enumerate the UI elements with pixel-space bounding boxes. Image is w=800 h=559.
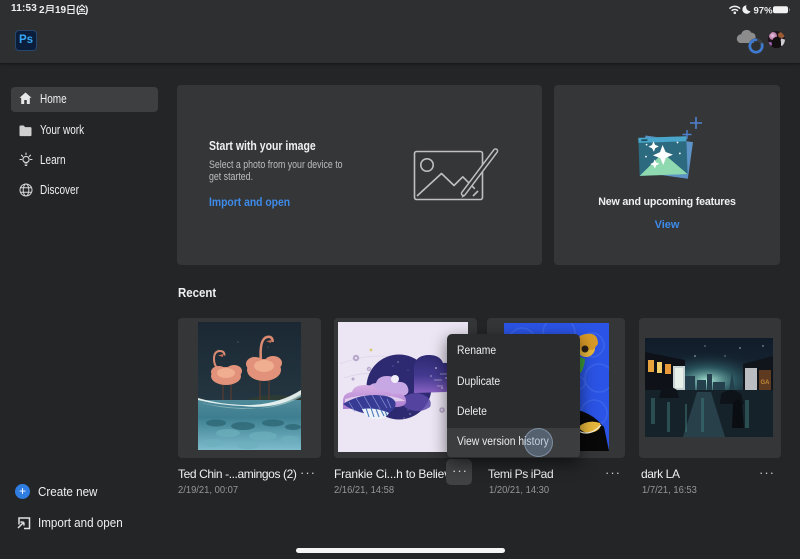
- svg-text:(: (: [76, 5, 80, 16]
- svg-text:2: 2: [39, 5, 45, 16]
- svg-text:GA: GA: [761, 380, 771, 386]
- svg-text:): ): [85, 5, 88, 16]
- svg-text:97%: 97%: [754, 5, 774, 16]
- svg-text:19: 19: [55, 5, 67, 16]
